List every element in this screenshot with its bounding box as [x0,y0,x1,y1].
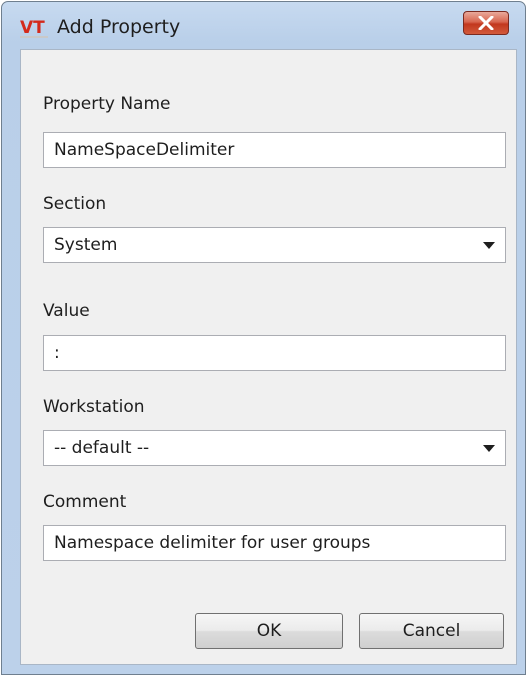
property-name-input[interactable]: NameSpaceDelimiter [43,132,506,168]
section-dropdown[interactable]: System [43,227,506,263]
workstation-label: Workstation [43,397,145,417]
close-button[interactable] [463,11,509,35]
workstation-selected-value: -- default -- [54,438,150,458]
section-label: Section [43,194,107,214]
ok-button[interactable]: OK [195,613,343,649]
comment-input[interactable]: Namespace delimiter for user groups [43,525,506,561]
dropdown-arrow-icon [483,445,495,452]
title-bar[interactable]: VT Add Property [2,2,525,50]
dialog-body: Property Name NameSpaceDelimiter Section… [20,49,517,665]
property-name-label: Property Name [43,94,171,114]
cancel-button[interactable]: Cancel [359,613,504,649]
svg-text:VT: VT [20,18,45,38]
dialog-title: Add Property [57,16,181,38]
dialog-window: VT Add Property Property Name NameSpaceD… [1,1,526,675]
section-selected-value: System [54,235,118,255]
value-input[interactable]: : [43,335,506,371]
workstation-dropdown[interactable]: -- default -- [43,430,506,466]
value-label: Value [43,301,90,321]
vt-logo-icon: VT [20,18,48,38]
close-icon [478,16,494,30]
dropdown-arrow-icon [483,242,495,249]
comment-label: Comment [43,492,127,512]
